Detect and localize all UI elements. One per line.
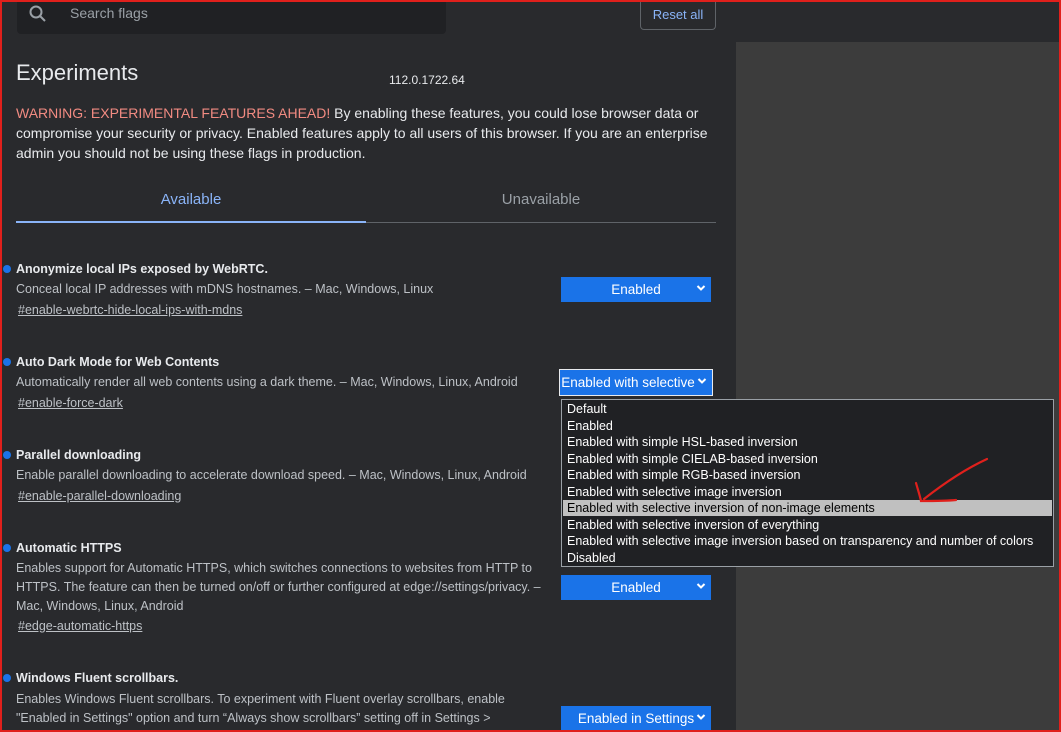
flag-modified-dot bbox=[3, 358, 11, 366]
version-label: 112.0.1722.64 bbox=[389, 73, 465, 87]
chevron-down-icon bbox=[696, 285, 706, 291]
reset-all-button[interactable]: Reset all bbox=[640, 0, 716, 30]
flag-name: Parallel downloading bbox=[16, 448, 142, 462]
flag-name: Windows Fluent scrollbars. bbox=[16, 671, 179, 685]
red-arrow-annotation bbox=[914, 457, 989, 503]
tab-available[interactable]: Available bbox=[16, 191, 366, 208]
warning-message: WARNING: EXPERIMENTAL FEATURES AHEAD! By… bbox=[16, 103, 716, 163]
dropdown-option[interactable]: Enabled with simple HSL-based inversion bbox=[563, 434, 1052, 450]
flag-modified-dot bbox=[3, 544, 11, 552]
flag-select-automatic-https[interactable]: Enabled bbox=[561, 575, 711, 600]
flag-select-fluent-scrollbars[interactable]: Enabled in Settings bbox=[561, 706, 711, 731]
search-placeholder: Search flags bbox=[70, 5, 148, 21]
flag-name: Anonymize local IPs exposed by WebRTC. bbox=[16, 262, 268, 276]
tab-unavailable[interactable]: Unavailable bbox=[366, 191, 716, 208]
chevron-down-icon bbox=[696, 714, 706, 720]
warning-prefix: WARNING: EXPERIMENTAL FEATURES AHEAD! bbox=[16, 105, 331, 121]
flag-description: Enables support for Automatic HTTPS, whi… bbox=[16, 561, 541, 613]
flag-description: Conceal local IP addresses with mDNS hos… bbox=[16, 282, 434, 296]
flag-select-dark-mode[interactable]: Enabled with selective bbox=[559, 369, 713, 396]
dropdown-option[interactable]: Enabled with selective inversion of ever… bbox=[563, 517, 1052, 533]
flag-description: Enables Windows Fluent scrollbars. To ex… bbox=[16, 692, 505, 725]
tab-active-indicator bbox=[16, 221, 366, 223]
flag-anchor-link[interactable]: #enable-webrtc-hide-local-ips-with-mdns bbox=[18, 303, 242, 317]
flag-name: Auto Dark Mode for Web Contents bbox=[16, 355, 220, 369]
chevron-down-icon bbox=[697, 378, 707, 384]
flag-anchor-link[interactable]: #enable-force-dark bbox=[18, 396, 123, 410]
flag-modified-dot bbox=[3, 674, 11, 682]
flag-modified-dot bbox=[3, 265, 11, 273]
page-title: Experiments bbox=[16, 60, 139, 85]
search-icon bbox=[29, 5, 46, 22]
select-value: Enabled bbox=[611, 580, 661, 595]
flag-description: Enable parallel downloading to accelerat… bbox=[16, 468, 527, 482]
search-input[interactable]: Search flags bbox=[17, 0, 446, 34]
flag-name: Automatic HTTPS bbox=[16, 541, 122, 555]
dropdown-option[interactable]: Disabled bbox=[563, 550, 1052, 566]
side-panel bbox=[736, 42, 1059, 730]
select-value: Enabled in Settings bbox=[577, 711, 695, 726]
flag-select-webrtc[interactable]: Enabled bbox=[561, 277, 711, 302]
dropdown-option[interactable]: Enabled with selective image inversion b… bbox=[563, 533, 1052, 549]
flag-anchor-link[interactable]: #enable-parallel-downloading bbox=[18, 489, 181, 503]
dropdown-option[interactable]: Default bbox=[563, 401, 1052, 417]
flag-description: Automatically render all web contents us… bbox=[16, 375, 518, 389]
select-value: Enabled bbox=[611, 282, 661, 297]
flag-modified-dot bbox=[3, 451, 11, 459]
dropdown-option[interactable]: Enabled bbox=[563, 418, 1052, 434]
chevron-down-icon bbox=[696, 583, 706, 589]
flag-anchor-link[interactable]: #edge-automatic-https bbox=[18, 619, 142, 633]
select-value: Enabled with selective bbox=[561, 375, 695, 390]
